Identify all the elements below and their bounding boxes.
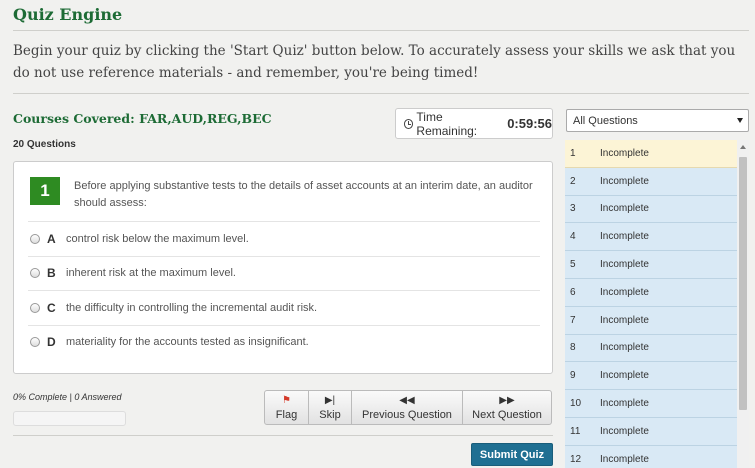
question-list-item[interactable]: 2 Incomplete	[565, 167, 737, 196]
option-text: inherent risk at the maximum level.	[66, 267, 236, 280]
item-status: Incomplete	[600, 259, 649, 271]
fast-forward-icon: ▶▶	[499, 394, 515, 406]
question-list-item[interactable]: 9 Incomplete	[565, 362, 737, 391]
item-number: 5	[570, 259, 576, 271]
question-list-item[interactable]: 12 Incomplete	[565, 445, 737, 468]
divider	[13, 30, 749, 31]
question-list-item[interactable]: 3 Incomplete	[565, 195, 737, 224]
item-number: 10	[570, 398, 582, 410]
item-status: Incomplete	[600, 203, 649, 215]
item-status: Incomplete	[600, 147, 649, 159]
filter-selected-value: All Questions	[573, 114, 638, 127]
flag-label: Flag	[275, 408, 298, 421]
option-text: materiality for the accounts tested as i…	[66, 336, 309, 349]
item-number: 4	[570, 231, 576, 243]
radio-button[interactable]	[30, 233, 40, 244]
item-status: Incomplete	[600, 314, 649, 326]
question-number-badge: 1	[30, 177, 60, 205]
item-status: Incomplete	[600, 453, 649, 465]
option-letter: B	[47, 266, 56, 281]
submit-quiz-button[interactable]: Submit Quiz	[471, 443, 553, 466]
item-number: 6	[570, 286, 576, 298]
item-number: 8	[570, 342, 576, 354]
next-question-button[interactable]: ▶▶ Next Question	[463, 391, 551, 424]
radio-button[interactable]	[30, 302, 40, 313]
question-list-item[interactable]: 4 Incomplete	[565, 223, 737, 252]
skip-forward-icon: ▶|	[324, 394, 336, 406]
answer-option-d[interactable]: D materiality for the accounts tested as…	[28, 324, 540, 360]
option-letter: A	[47, 231, 56, 246]
item-status: Incomplete	[600, 342, 649, 354]
divider	[13, 93, 749, 94]
item-number: 12	[570, 453, 582, 465]
question-filter-select[interactable]: All Questions	[566, 109, 749, 132]
question-nav-group: ⚑ Flag ▶| Skip ◀◀ Previous Question ▶▶ N…	[264, 390, 552, 425]
radio-button[interactable]	[30, 268, 40, 279]
question-count: 20 Questions	[13, 139, 76, 150]
scroll-up-arrow-icon[interactable]	[740, 145, 746, 149]
clock-icon	[404, 118, 414, 129]
question-list-item[interactable]: 1 Incomplete	[565, 140, 737, 168]
page-title: Quiz Engine	[13, 5, 123, 24]
previous-label: Previous Question	[362, 408, 452, 421]
chevron-down-icon	[737, 118, 743, 123]
question-list-item[interactable]: 7 Incomplete	[565, 306, 737, 335]
question-list-item[interactable]: 8 Incomplete	[565, 334, 737, 363]
skip-button[interactable]: ▶| Skip	[309, 391, 352, 424]
next-label: Next Question	[472, 408, 542, 421]
answer-option-b[interactable]: B inherent risk at the maximum level.	[28, 255, 540, 291]
item-number: 7	[570, 314, 576, 326]
item-status: Incomplete	[600, 175, 649, 187]
intro-text: Begin your quiz by clicking the 'Start Q…	[13, 43, 736, 81]
courses-covered: Courses Covered: FAR,AUD,REG,BEC	[13, 111, 272, 126]
question-list-item[interactable]: 11 Incomplete	[565, 417, 737, 446]
item-status: Incomplete	[600, 370, 649, 382]
rewind-icon: ◀◀	[399, 394, 415, 406]
answer-option-c[interactable]: C the difficulty in controlling the incr…	[28, 290, 540, 325]
progress-bar	[13, 411, 126, 426]
divider	[13, 435, 553, 436]
answer-option-a[interactable]: A control risk below the maximum level.	[28, 221, 540, 256]
question-list-scrollbar[interactable]	[737, 140, 749, 468]
question-list-item[interactable]: 5 Incomplete	[565, 251, 737, 279]
item-status: Incomplete	[600, 398, 649, 410]
progress-label: 0% Complete | 0 Answered	[13, 392, 122, 402]
timer-label: Time Remaining:	[416, 109, 478, 138]
question-text: Before applying substantive tests to the…	[74, 180, 533, 209]
item-number: 11	[570, 425, 581, 437]
radio-button[interactable]	[30, 337, 40, 348]
item-status: Incomplete	[600, 425, 649, 437]
item-status: Incomplete	[600, 286, 649, 298]
question-list: 1 Incomplete 2 Incomplete 3 Incomplete 4 Inc…	[565, 140, 737, 468]
option-letter: C	[47, 300, 56, 315]
answer-options: A control risk below the maximum level. …	[14, 221, 554, 359]
question-panel: 1 Before applying substantive tests to t…	[13, 161, 553, 374]
option-letter: D	[47, 335, 56, 350]
previous-question-button[interactable]: ◀◀ Previous Question	[352, 391, 463, 424]
item-number: 3	[570, 203, 576, 215]
item-number: 9	[570, 370, 576, 382]
flag-button[interactable]: ⚑ Flag	[265, 391, 309, 424]
flag-icon: ⚑	[282, 394, 291, 406]
option-text: the difficulty in controlling the increm…	[66, 301, 318, 314]
item-number: 1	[570, 147, 576, 159]
item-status: Incomplete	[600, 231, 649, 243]
option-text: control risk below the maximum level.	[66, 232, 249, 245]
scrollbar-thumb[interactable]	[739, 157, 747, 410]
timer-box: Time Remaining: 0:59:56	[395, 108, 553, 139]
item-number: 2	[570, 175, 576, 187]
question-list-item[interactable]: 10 Incomplete	[565, 390, 737, 418]
question-list-item[interactable]: 6 Incomplete	[565, 278, 737, 307]
timer-value: 0:59:56	[507, 116, 552, 131]
skip-label: Skip	[319, 408, 341, 421]
